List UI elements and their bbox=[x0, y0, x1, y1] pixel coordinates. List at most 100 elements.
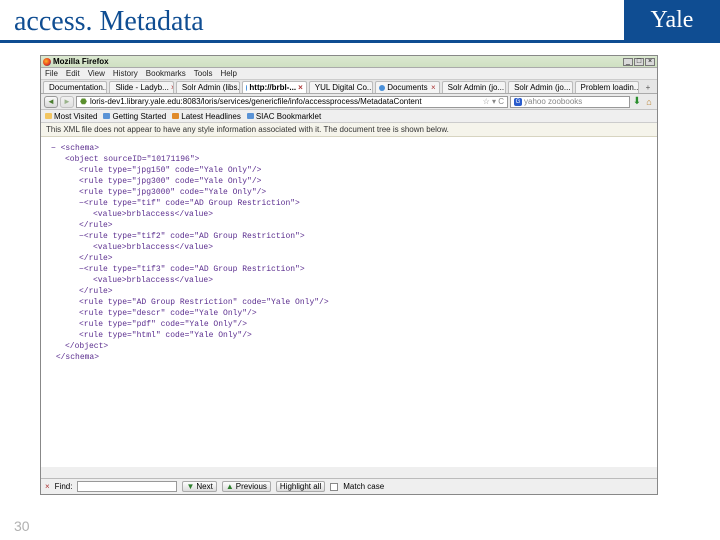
browser-window: Mozilla Firefox _ □ × File Edit View His… bbox=[40, 55, 658, 495]
tab[interactable]: Solr Admin (jo...× bbox=[442, 81, 506, 93]
bookmark-label: Getting Started bbox=[112, 112, 166, 121]
window-title: Mozilla Firefox bbox=[53, 57, 109, 66]
menu-file[interactable]: File bbox=[45, 69, 58, 78]
menu-view[interactable]: View bbox=[88, 69, 105, 78]
url-text: loris-dev1.library.yale.edu:8083/loris/s… bbox=[90, 97, 422, 106]
search-box[interactable]: G yahoo zoobooks bbox=[510, 96, 630, 108]
search-engine-icon: G bbox=[514, 98, 522, 106]
tab[interactable]: YUL Digital Co...× bbox=[309, 81, 373, 93]
menu-edit[interactable]: Edit bbox=[66, 69, 80, 78]
find-next-label: Next bbox=[196, 482, 212, 491]
tab-label: Solr Admin (jo... bbox=[514, 83, 570, 92]
tab-label: Solr Admin (jo... bbox=[448, 83, 504, 92]
tab-label: Solr Admin (libs... bbox=[182, 83, 240, 92]
info-text: This XML file does not appear to have an… bbox=[46, 125, 449, 134]
find-input[interactable] bbox=[77, 481, 177, 492]
xml-tag-close: </object> bbox=[65, 342, 108, 351]
find-next-button[interactable]: ▼Next bbox=[182, 481, 216, 492]
xml-rule: <rule type="pdf" code="Yale Only"/> bbox=[79, 320, 247, 329]
xml-rule-close: </rule> bbox=[79, 254, 113, 263]
tab-label: YUL Digital Co... bbox=[315, 83, 373, 92]
tab-label: Problem loadin... bbox=[581, 83, 639, 92]
close-button[interactable]: × bbox=[645, 58, 655, 66]
page-title: access. Metadata bbox=[14, 6, 204, 37]
feed-icon bbox=[172, 113, 179, 119]
search-placeholder: yahoo zoobooks bbox=[524, 97, 582, 106]
site-identity-icon: ⬣ bbox=[80, 97, 87, 106]
url-toolbar: ◄ ► ⬣ loris-dev1.library.yale.edu:8083/l… bbox=[41, 94, 657, 110]
xml-rule-open: <rule type="tif3" code="AD Group Restric… bbox=[84, 265, 305, 274]
forward-button[interactable]: ► bbox=[60, 96, 74, 108]
xml-rule-open: <rule type="tif2" code="AD Group Restric… bbox=[84, 232, 305, 241]
tab-strip: Documentation...× Slide - Ladyb...× Solr… bbox=[41, 80, 657, 94]
tab[interactable]: Slide - Ladyb...× bbox=[109, 81, 173, 93]
find-bar: × Find: ▼Next ▲Previous Highlight all Ma… bbox=[41, 478, 657, 494]
xml-value: <value>brblaccess</value> bbox=[93, 276, 213, 285]
xml-tag-close: </schema> bbox=[56, 353, 99, 362]
tab-label: Slide - Ladyb... bbox=[115, 83, 168, 92]
page-number: 30 bbox=[14, 518, 30, 534]
bookmark-label: Most Visited bbox=[54, 112, 97, 121]
tab[interactable]: Solr Admin (libs...× bbox=[176, 81, 240, 93]
bookmark-star-icon[interactable]: ☆ ▾ C bbox=[483, 97, 504, 106]
findbar-close-icon[interactable]: × bbox=[45, 482, 50, 491]
xml-info-message: This XML file does not appear to have an… bbox=[41, 123, 657, 137]
xml-rule: <rule type="jpg3000" code="Yale Only"/> bbox=[79, 188, 266, 197]
downloads-icon[interactable]: ⬇ bbox=[632, 96, 642, 107]
find-label: Find: bbox=[55, 482, 73, 491]
bookmark-item[interactable]: Most Visited bbox=[45, 112, 97, 121]
page-icon bbox=[103, 113, 110, 119]
find-prev-button[interactable]: ▲Previous bbox=[222, 481, 271, 492]
xml-value: <value>brblaccess</value> bbox=[93, 210, 213, 219]
bookmark-item[interactable]: Latest Headlines bbox=[172, 112, 241, 121]
tab[interactable]: Solr Admin (jo...× bbox=[508, 81, 572, 93]
xml-rule: <rule type="jpg150" code="Yale Only"/> bbox=[79, 166, 261, 175]
xml-rule-close: </rule> bbox=[79, 287, 113, 296]
folder-icon bbox=[45, 113, 52, 119]
close-icon[interactable]: × bbox=[171, 83, 174, 92]
menu-bar: File Edit View History Bookmarks Tools H… bbox=[41, 68, 657, 80]
xml-rule: <rule type="descr" code="Yale Only"/> bbox=[79, 309, 257, 318]
bookmark-item[interactable]: SIAC Bookmarklet bbox=[247, 112, 321, 121]
window-titlebar: Mozilla Firefox _ □ × bbox=[41, 56, 657, 68]
xml-viewport[interactable]: − <schema> <object sourceID="10171196"> … bbox=[41, 137, 657, 467]
menu-bookmarks[interactable]: Bookmarks bbox=[146, 69, 186, 78]
tab[interactable]: Documentation...× bbox=[43, 81, 107, 93]
home-icon[interactable]: ⌂ bbox=[644, 97, 654, 107]
highlight-all-button[interactable]: Highlight all bbox=[276, 481, 325, 492]
xml-rule-open: <rule type="tif" code="AD Group Restrict… bbox=[84, 199, 300, 208]
page-icon bbox=[247, 113, 254, 119]
highlight-label: Highlight all bbox=[280, 482, 321, 491]
tab-label: Documentation... bbox=[49, 83, 107, 92]
xml-rule: <rule type="AD Group Restriction" code="… bbox=[79, 298, 329, 307]
firefox-icon bbox=[43, 58, 51, 66]
xml-value: <value>brblaccess</value> bbox=[93, 243, 213, 252]
menu-help[interactable]: Help bbox=[220, 69, 236, 78]
bookmark-label: Latest Headlines bbox=[181, 112, 241, 121]
tab-label: Documents bbox=[387, 83, 427, 92]
tab-label: http://brbl-... bbox=[249, 83, 296, 92]
back-button[interactable]: ◄ bbox=[44, 96, 58, 108]
address-bar[interactable]: ⬣ loris-dev1.library.yale.edu:8083/loris… bbox=[76, 96, 508, 108]
minimize-button[interactable]: _ bbox=[623, 58, 633, 66]
maximize-button[interactable]: □ bbox=[634, 58, 644, 66]
match-case-label: Match case bbox=[343, 482, 384, 491]
tab[interactable]: Problem loadin...× bbox=[575, 81, 639, 93]
find-prev-label: Previous bbox=[236, 482, 267, 491]
new-tab-button[interactable]: + bbox=[641, 81, 655, 93]
tab-active[interactable]: http://brbl-...× bbox=[242, 81, 306, 93]
bookmarks-toolbar: Most Visited Getting Started Latest Head… bbox=[41, 110, 657, 123]
bookmark-item[interactable]: Getting Started bbox=[103, 112, 166, 121]
xml-rule: <rule type="jpg300" code="Yale Only"/> bbox=[79, 177, 261, 186]
close-icon[interactable]: × bbox=[431, 83, 436, 92]
xml-tag: <object sourceID="10171196"> bbox=[65, 155, 199, 164]
xml-tag: <schema> bbox=[61, 144, 99, 153]
xml-rule-close: </rule> bbox=[79, 221, 113, 230]
match-case-checkbox[interactable] bbox=[330, 483, 338, 491]
close-icon[interactable]: × bbox=[298, 83, 303, 92]
menu-tools[interactable]: Tools bbox=[194, 69, 213, 78]
tab[interactable]: Documents × bbox=[375, 81, 439, 93]
bookmark-label: SIAC Bookmarklet bbox=[256, 112, 321, 121]
yale-logo: Yale bbox=[624, 0, 720, 40]
menu-history[interactable]: History bbox=[113, 69, 138, 78]
